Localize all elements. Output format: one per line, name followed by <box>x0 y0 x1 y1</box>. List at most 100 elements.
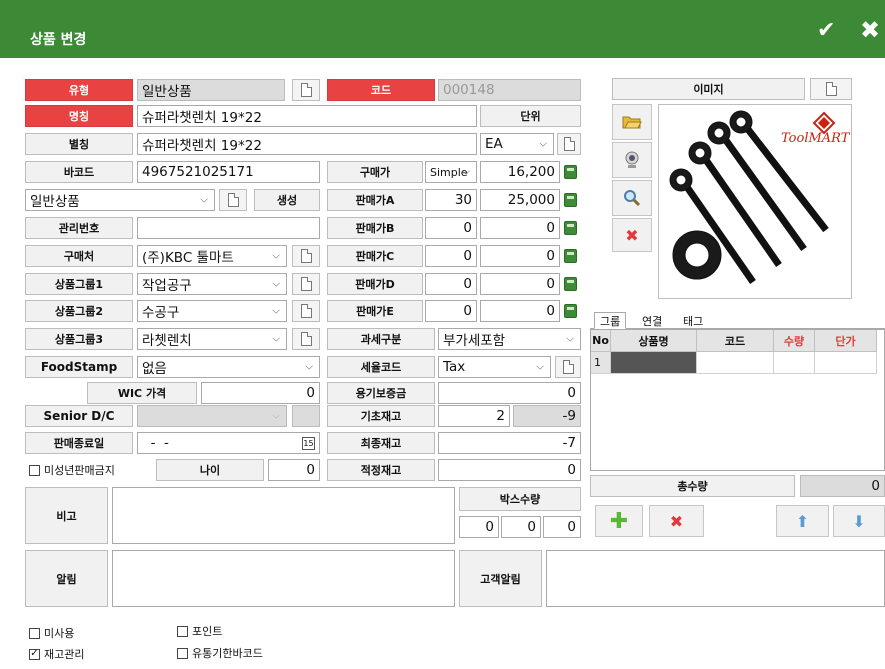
notice-textarea[interactable] <box>112 550 455 607</box>
purchase-price-input[interactable]: 16,200 <box>480 161 560 183</box>
price-d-input[interactable]: 0 <box>480 273 560 295</box>
wic-price-input[interactable]: 0 <box>201 382 320 404</box>
tab-link[interactable]: 연결 <box>637 312 667 329</box>
name-input[interactable]: 슈퍼라챗렌치 19*22 <box>137 105 477 127</box>
chevron-down-icon: ⌵ <box>305 361 313 373</box>
minor-ban-checkbox[interactable]: 미성년판매금지 <box>29 462 115 478</box>
customer-notice-textarea[interactable] <box>546 550 885 607</box>
base-stock-input[interactable]: 2 <box>438 405 510 427</box>
price-c-input[interactable]: 0 <box>480 245 560 267</box>
manage-no-input[interactable] <box>137 217 320 239</box>
grid-header-name: 상품명 <box>611 330 697 352</box>
price-d-qty-input[interactable]: 0 <box>425 273 477 295</box>
price-c-qty-input[interactable]: 0 <box>425 245 477 267</box>
checkbox-box[interactable] <box>29 464 40 476</box>
price-e-input[interactable]: 0 <box>480 300 560 322</box>
expiry-barcode-checkbox[interactable]: 유통기한바코드 <box>177 645 263 661</box>
check-icon[interactable]: ✔ <box>817 20 835 42</box>
box-qty-input-1[interactable]: 0 <box>459 516 499 538</box>
checkmark-icon[interactable]: ✓ <box>29 648 40 660</box>
arrow-down-icon[interactable]: ⬇ <box>833 505 885 537</box>
generate-button[interactable]: 생성 <box>254 189 320 211</box>
unit-select[interactable]: EA ⌵ <box>480 133 554 155</box>
age-input[interactable]: 0 <box>268 459 320 481</box>
category-select[interactable]: 일반상품 ⌵ <box>25 189 215 211</box>
chevron-down-icon: ⌵ <box>200 194 208 206</box>
grid-cell-no: 1 <box>591 352 611 374</box>
alias-label: 별칭 <box>25 133 133 155</box>
checkbox-box[interactable] <box>29 627 40 639</box>
point-checkbox[interactable]: 포인트 <box>177 623 222 639</box>
foodstamp-select[interactable]: 없음 ⌵ <box>137 356 320 378</box>
grid-cell-name[interactable] <box>611 352 697 374</box>
box-qty-input-3[interactable]: 0 <box>543 516 581 538</box>
final-stock-label: 최종재고 <box>327 432 435 454</box>
memo-textarea[interactable] <box>112 487 455 544</box>
delete-icon[interactable]: ✖ <box>612 218 652 252</box>
group1-doc-button[interactable] <box>292 273 320 295</box>
checkbox-box[interactable] <box>177 647 188 659</box>
webcam-icon[interactable] <box>612 142 652 178</box>
arrow-up-icon[interactable]: ⬆ <box>776 505 829 537</box>
calculator-icon[interactable] <box>564 221 577 235</box>
sale-end-input[interactable]: - - 15 <box>137 432 320 454</box>
group2-select[interactable]: 수공구 ⌵ <box>137 300 287 322</box>
checkbox-box[interactable] <box>177 625 188 637</box>
calculator-icon[interactable] <box>564 304 577 318</box>
expiry-barcode-label: 유통기한바코드 <box>192 647 263 660</box>
calculator-icon[interactable] <box>564 249 577 263</box>
price-e-qty-input[interactable]: 0 <box>425 300 477 322</box>
group1-select[interactable]: 작업공구 ⌵ <box>137 273 287 295</box>
price-b-input[interactable]: 0 <box>480 217 560 239</box>
vendor-select[interactable]: (주)KBC 툴마트 ⌵ <box>137 245 287 267</box>
zoom-icon[interactable] <box>612 180 652 216</box>
proper-stock-input[interactable]: 0 <box>438 459 581 481</box>
box-qty-label: 박스수량 <box>459 487 581 511</box>
calculator-icon[interactable] <box>564 165 577 179</box>
close-icon[interactable]: ✖ <box>860 18 880 42</box>
document-icon <box>563 137 575 151</box>
document-icon <box>825 82 837 96</box>
grid-cell-qty[interactable] <box>774 352 815 374</box>
alias-input[interactable]: 슈퍼라챗렌치 19*22 <box>137 133 477 155</box>
tax-code-doc-button[interactable] <box>555 356 581 378</box>
senior-dc-select[interactable]: ⌵ <box>137 405 287 427</box>
tab-tag[interactable]: 태그 <box>678 312 708 329</box>
group2-doc-button[interactable] <box>292 300 320 322</box>
chevron-down-icon: ⌵ <box>536 361 544 373</box>
price-a-qty-input[interactable]: 30 <box>425 189 477 211</box>
folder-open-icon[interactable] <box>612 104 652 140</box>
sale-end-value: - - <box>142 435 169 451</box>
stock-manage-checkbox[interactable]: ✓ 재고관리 <box>29 646 84 662</box>
grid-cell-code[interactable] <box>697 352 774 374</box>
group3-select[interactable]: 라쳇렌치 ⌵ <box>137 328 287 350</box>
tax-type-select[interactable]: 부가세포함 ⌵ <box>438 328 581 350</box>
barcode-input[interactable]: 4967521025171 <box>137 161 320 183</box>
calculator-icon[interactable] <box>564 193 577 207</box>
delete-icon[interactable]: ✖ <box>649 505 704 537</box>
calculator-icon[interactable] <box>564 277 577 291</box>
box-qty-input-2[interactable]: 0 <box>501 516 541 538</box>
group3-doc-button[interactable] <box>292 328 320 350</box>
image-doc-button[interactable] <box>810 78 852 100</box>
tax-code-select[interactable]: Tax ⌵ <box>438 356 551 378</box>
purchase-mode-select[interactable]: Simple ⌵ <box>425 161 477 183</box>
unused-checkbox[interactable]: 미사용 <box>29 625 74 641</box>
add-icon[interactable]: ✚ <box>595 505 643 537</box>
chevron-down-icon: ⌵ <box>272 333 280 345</box>
vendor-doc-button[interactable] <box>292 245 320 267</box>
tab-group[interactable]: 그룹 <box>594 312 627 329</box>
calendar-icon[interactable]: 15 <box>302 437 315 450</box>
type-doc-button[interactable] <box>292 79 320 101</box>
product-grid[interactable]: No 상품명 코드 수량 단가 1 <box>590 329 885 471</box>
chevron-down-icon: ⌵ <box>272 410 280 422</box>
grid-cell-price[interactable] <box>815 352 877 374</box>
unit-doc-button[interactable] <box>557 133 581 155</box>
price-b-qty-input[interactable]: 0 <box>425 217 477 239</box>
unit-button[interactable]: 단위 <box>480 105 581 127</box>
deposit-input[interactable]: 0 <box>438 382 581 404</box>
total-qty-value: 0 <box>800 475 885 497</box>
document-icon <box>300 249 312 263</box>
category-doc-button[interactable] <box>219 189 247 211</box>
price-a-input[interactable]: 25,000 <box>480 189 560 211</box>
